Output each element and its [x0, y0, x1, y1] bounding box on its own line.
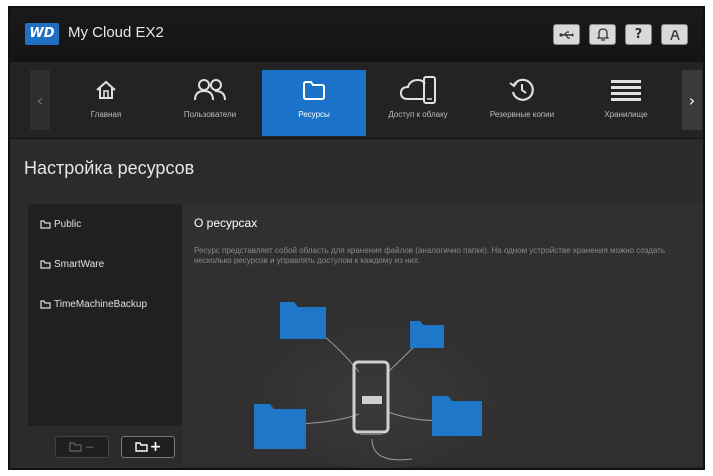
nav-prev-button[interactable]: ‹: [30, 70, 50, 130]
help-button[interactable]: ?: [625, 24, 652, 45]
info-description: Ресурс представляет собой область для хр…: [194, 246, 666, 265]
nav-item-storage[interactable]: Хранилище: [574, 70, 678, 136]
users-icon: [194, 79, 226, 101]
nav-label-home: Главная: [90, 110, 122, 119]
minus-icon: −: [84, 440, 95, 454]
help-icon: ?: [634, 27, 643, 42]
chevron-right-icon: ›: [688, 90, 696, 110]
main-nav: ‹ Главная Пользователи Ресурсы Доступ к …: [10, 62, 703, 139]
nav-item-users[interactable]: Пользователи: [158, 70, 262, 136]
bell-icon: [596, 28, 609, 41]
info-panel: О ресурсах Ресурс представляет собой обл…: [182, 204, 703, 468]
home-icon: [96, 80, 116, 99]
list-item-share[interactable]: TimeMachineBackup: [28, 284, 182, 324]
user-icon: [669, 30, 680, 41]
history-icon: [509, 78, 534, 101]
nav-next-button[interactable]: ›: [682, 70, 702, 130]
share-name: Public: [54, 218, 82, 230]
shares-illustration: [254, 302, 497, 468]
folder-icon: [40, 219, 51, 229]
folder-icon: [69, 442, 83, 452]
nav-item-backups[interactable]: Резервные копии: [470, 70, 574, 136]
usb-button[interactable]: [553, 24, 580, 45]
nav-label-cloud-access: Доступ к облаку: [388, 110, 448, 119]
nav-item-home[interactable]: Главная: [54, 70, 158, 136]
nav-item-shares[interactable]: Ресурсы: [262, 70, 366, 136]
folder-icon: [40, 259, 51, 269]
share-name: TimeMachineBackup: [54, 298, 148, 310]
folder-icon: [134, 442, 148, 452]
app-window: WD My Cloud EX2 ? ‹ Главная Пользователи…: [8, 6, 705, 470]
plus-icon: +: [149, 439, 162, 455]
user-button[interactable]: [661, 24, 688, 45]
usb-icon: [558, 30, 574, 39]
share-name: SmartWare: [54, 258, 105, 270]
page-title: Настройка ресурсов: [24, 158, 195, 178]
chevron-left-icon: ‹: [36, 90, 44, 110]
nav-item-cloud-access[interactable]: Доступ к облаку: [366, 70, 470, 136]
folder-icon: [40, 299, 51, 309]
info-heading: О ресурсах: [194, 216, 258, 230]
nav-label-shares: Ресурсы: [298, 110, 330, 119]
list-item-share[interactable]: Public: [28, 204, 182, 244]
top-bar: WD My Cloud EX2 ?: [10, 8, 703, 62]
share-list: Public SmartWare TimeMachineBackup: [28, 204, 182, 426]
nav-label-storage: Хранилище: [604, 110, 648, 119]
nav-label-users: Пользователи: [183, 110, 237, 119]
wd-logo: WD: [25, 23, 59, 45]
remove-share-button[interactable]: −: [55, 436, 109, 458]
add-share-button[interactable]: +: [121, 436, 175, 458]
alerts-button[interactable]: [589, 24, 616, 45]
product-name: My Cloud EX2: [68, 24, 164, 41]
list-item-share[interactable]: SmartWare: [28, 244, 182, 284]
cloud-device-icon: [399, 76, 436, 104]
storage-icon: [611, 80, 641, 101]
folder-icon: [303, 81, 325, 100]
nav-label-backups: Резервные копии: [489, 110, 555, 119]
